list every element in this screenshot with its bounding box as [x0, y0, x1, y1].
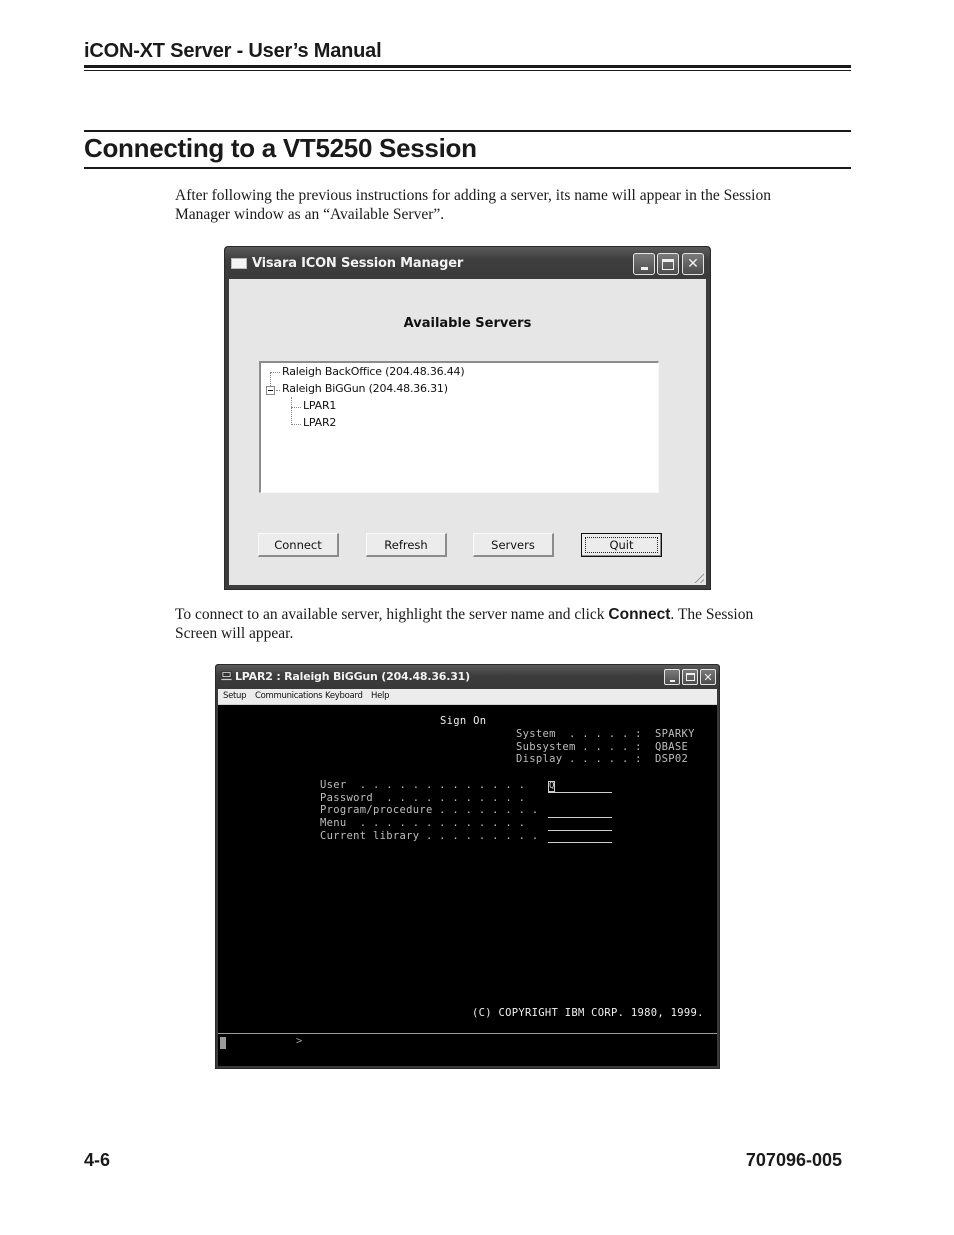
window-titlebar[interactable]: Visara ICON Session Manager ✕ [225, 247, 710, 279]
header-rule-thin [84, 70, 851, 71]
status-prompt: > [296, 1035, 303, 1047]
maximize-button[interactable] [657, 253, 679, 275]
tree-item-raleigh-biggun[interactable]: Raleigh BiGGun (204.48.36.31) [282, 382, 448, 395]
resize-grip-icon[interactable] [692, 571, 704, 583]
refresh-button[interactable]: Refresh [366, 533, 447, 557]
signon-title: Sign On [440, 715, 487, 727]
minimize-icon [640, 267, 648, 270]
server-tree[interactable]: Raleigh BackOffice (204.48.36.44) Raleig… [259, 361, 659, 493]
menu-communications[interactable]: Communications [255, 691, 323, 701]
close-button[interactable]: ✕ [700, 669, 716, 685]
terminal-screen[interactable]: Sign On System . . . . . : Subsystem . .… [218, 705, 717, 1066]
running-header-title: iCON-XT Server - User’s Manual [84, 40, 382, 62]
document-number: 707096-005 [745, 1150, 842, 1170]
app-icon [231, 258, 247, 269]
user-field-cursor: Q [548, 781, 555, 792]
tree-connector [270, 372, 280, 373]
window-client-area: Available Servers Raleigh BackOffice (20… [229, 279, 706, 585]
menu-bar: Setup Communications Keyboard Help [218, 689, 717, 705]
close-button[interactable]: ✕ [682, 253, 704, 275]
maximize-button[interactable] [682, 669, 698, 685]
section-rule-bottom [84, 167, 851, 169]
tree-connector [276, 390, 280, 391]
focus-ring [585, 537, 658, 553]
header-rule [84, 65, 851, 68]
terminal-session-window: LPAR2 : Raleigh BiGGun (204.48.36.31) ✕ … [215, 664, 720, 1069]
signon-field-labels: User . . . . . . . . . . . . . Password … [320, 779, 539, 842]
menu-field[interactable] [548, 830, 612, 831]
program-procedure-field[interactable] [548, 817, 612, 818]
window-title: LPAR2 : Raleigh BiGGun (204.48.36.31) [235, 670, 470, 683]
user-field[interactable] [548, 792, 612, 793]
window-titlebar[interactable]: LPAR2 : Raleigh BiGGun (204.48.36.31) ✕ [216, 665, 719, 689]
connect-emphasis: Connect [608, 606, 671, 623]
tree-connector [291, 407, 301, 408]
tree-connector [270, 372, 271, 386]
tree-connector [291, 424, 301, 425]
page-number: 4-6 [84, 1150, 111, 1170]
tree-item-lpar1[interactable]: LPAR1 [303, 399, 336, 412]
minimize-button[interactable] [633, 253, 655, 275]
connect-button[interactable]: Connect [258, 533, 339, 557]
servers-button[interactable]: Servers [473, 533, 554, 557]
tree-connector [291, 397, 292, 425]
menu-keyboard[interactable]: Keyboard [325, 691, 363, 701]
minimize-button[interactable] [664, 669, 680, 685]
system-info-labels: System . . . . . : Subsystem . . . . : D… [516, 728, 642, 766]
status-line-separator [218, 1033, 717, 1034]
section-rule-top [84, 130, 851, 132]
intro-paragraph: After following the previous instruction… [175, 187, 771, 223]
session-manager-window: Visara ICON Session Manager ✕ Available … [224, 246, 711, 590]
current-library-field[interactable] [548, 842, 612, 843]
terminal-icon [221, 671, 232, 681]
connect-instructions-paragraph: To connect to an available server, highl… [175, 605, 785, 643]
collapse-toggle-icon[interactable] [266, 386, 275, 395]
copyright-notice: (C) COPYRIGHT IBM CORP. 1980, 1999. [472, 1007, 704, 1019]
system-info-values: SPARKY QBASE DSP02 [655, 728, 695, 766]
tree-item-raleigh-backoffice[interactable]: Raleigh BackOffice (204.48.36.44) [282, 365, 465, 378]
section-title: Connecting to a VT5250 Session [84, 133, 477, 163]
menu-setup[interactable]: Setup [223, 691, 247, 701]
available-servers-heading: Available Servers [403, 316, 532, 331]
minimize-icon [669, 679, 675, 682]
paragraph-text: To connect to an available server, highl… [175, 606, 609, 623]
maximize-icon [685, 673, 695, 681]
maximize-icon [662, 258, 674, 270]
close-icon: ✕ [703, 670, 713, 684]
window-title: Visara ICON Session Manager [252, 256, 464, 271]
tree-item-lpar2[interactable]: LPAR2 [303, 416, 336, 429]
close-icon: ✕ [687, 256, 699, 272]
quit-button[interactable]: Quit [581, 533, 662, 557]
status-cursor [220, 1037, 226, 1049]
menu-help[interactable]: Help [371, 691, 389, 701]
